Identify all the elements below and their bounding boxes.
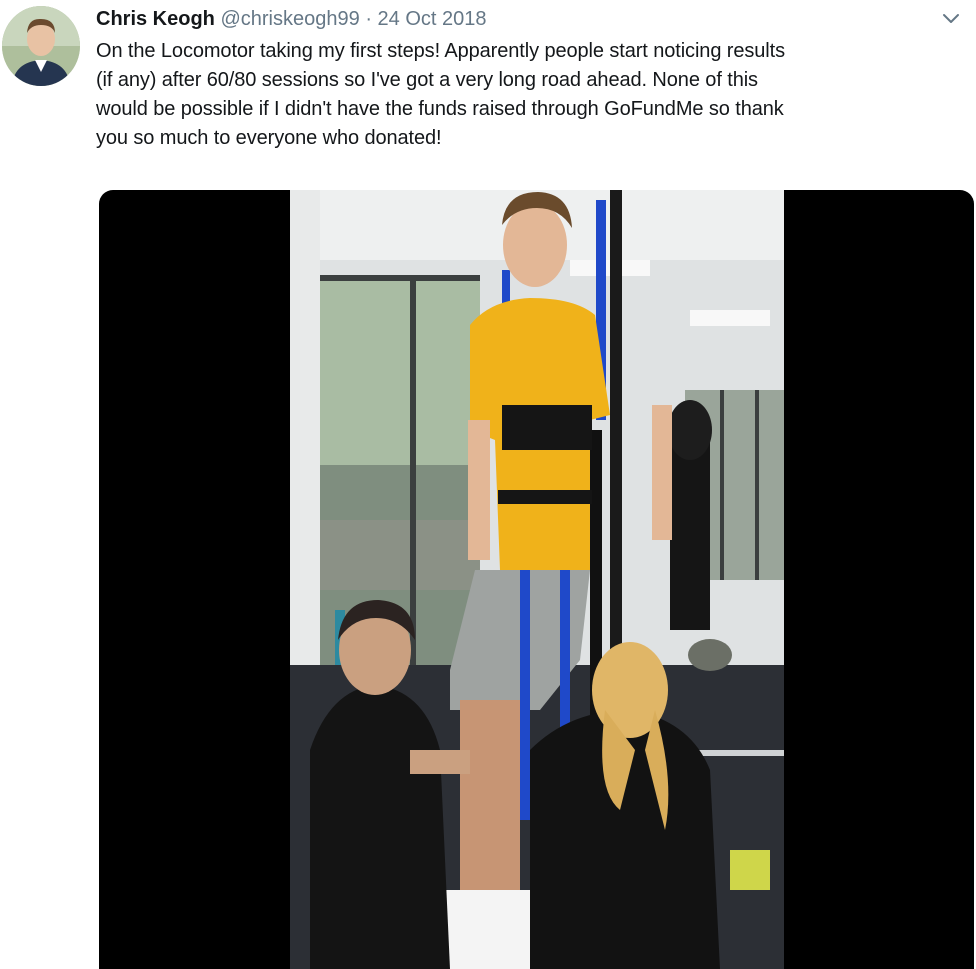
tweet-text: On the Locomotor taking my first steps! …	[96, 40, 786, 149]
avatar-image	[2, 6, 80, 86]
video-frame	[290, 190, 784, 969]
tweet-header: Chris Keogh @chriskeogh99 · 24 Oct 2018	[96, 6, 487, 32]
author-name[interactable]: Chris Keogh	[96, 8, 215, 30]
author-handle[interactable]: @chriskeogh99	[220, 8, 359, 30]
chevron-down-icon[interactable]	[942, 12, 960, 24]
avatar[interactable]	[2, 6, 80, 86]
video-still-image	[290, 190, 784, 969]
tweet-video[interactable]	[99, 190, 974, 969]
header-separator: ·	[365, 8, 372, 30]
tweet-date[interactable]: 24 Oct 2018	[378, 8, 487, 30]
